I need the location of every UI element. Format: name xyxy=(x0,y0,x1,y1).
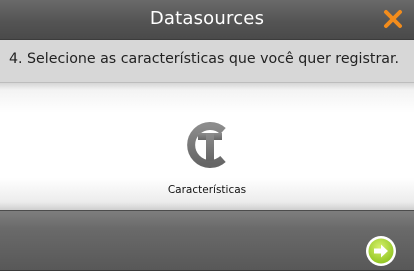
close-icon[interactable] xyxy=(383,9,403,29)
footer-bar xyxy=(0,210,414,270)
next-button[interactable] xyxy=(365,235,397,267)
window-title: Datasources xyxy=(149,8,265,29)
feature-label: Características xyxy=(167,184,247,196)
instruction-text: 4. Selecione as características que você… xyxy=(9,51,400,67)
instruction-bar: 4. Selecione as características que você… xyxy=(0,40,414,83)
features-panel: Características xyxy=(0,83,414,210)
title-bar: Datasources xyxy=(0,0,414,40)
next-arrow-icon xyxy=(366,236,396,266)
feature-item-caracteristicas[interactable]: Características xyxy=(157,120,257,198)
ct-logo-icon xyxy=(183,120,233,170)
